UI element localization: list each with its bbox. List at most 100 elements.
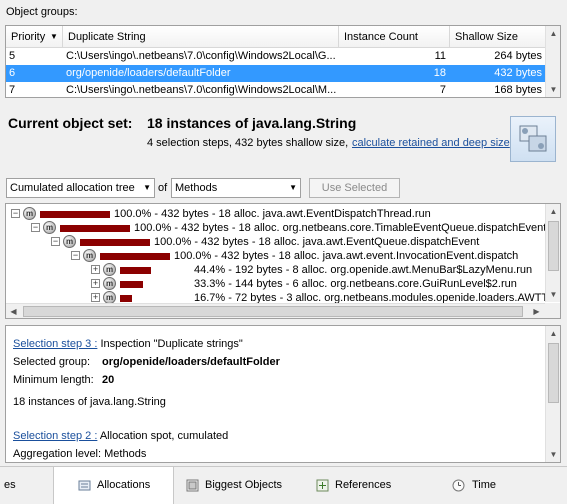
scroll-down-icon[interactable]: ▼	[546, 82, 561, 97]
tree-node[interactable]: + m 33.3% - 144 bytes - 6 alloc. org.netbe…	[6, 277, 546, 291]
view-mode-value: Cumulated allocation tree	[10, 182, 135, 194]
allocation-tree[interactable]: − m 100.0% - 432 bytes - 18 alloc. java.aw…	[5, 203, 561, 319]
table-row-selected[interactable]: 6 org/openide/loaders/defaultFolder 18 4…	[6, 65, 546, 82]
allocation-bar	[120, 267, 151, 274]
aggregation-level-value: Methods	[104, 448, 147, 460]
allocation-bar	[120, 281, 143, 288]
sort-descending-icon: ▼	[50, 32, 58, 41]
allocation-bar	[60, 225, 130, 232]
view-mode-select[interactable]: Cumulated allocation tree ▼	[6, 178, 155, 198]
object-groups-table[interactable]: Priority ▼ Duplicate String Instance Cou…	[5, 25, 561, 98]
tree-node-label: 100.0% - 432 bytes - 18 alloc. java.awt.…	[154, 236, 480, 248]
scroll-down-icon[interactable]: ▼	[546, 287, 560, 302]
use-selected-button[interactable]: Use Selected	[309, 178, 400, 198]
calculate-retained-link[interactable]: calculate retained and deep size	[352, 137, 510, 149]
string-cell: org/openide/loaders/defaultFolder	[66, 67, 231, 79]
allocation-bar	[80, 239, 150, 246]
scroll-up-icon[interactable]: ▲	[546, 326, 560, 341]
tree-node-label: 100.0% - 432 bytes - 18 alloc. java.awt.…	[174, 250, 519, 262]
allocation-bar	[100, 253, 170, 260]
table-vertical-scrollbar[interactable]: ▲ ▼	[545, 26, 560, 97]
string-cell: C:\Users\ingo\.netbeans\7.0\config\Windo…	[66, 84, 337, 96]
object-groups-label: Object groups:	[6, 6, 78, 18]
view-tab-bar: es Allocations Biggest Objects Reference…	[0, 466, 567, 504]
scroll-thumb[interactable]	[548, 221, 559, 271]
table-row[interactable]: 7 C:\Users\ingo\.netbeans\7.0\config\Win…	[6, 82, 546, 99]
tree-horizontal-scrollbar[interactable]: ◀ ▶	[6, 303, 546, 318]
column-header-label: Instance Count	[344, 31, 418, 43]
count-cell: 11	[434, 50, 446, 62]
scroll-up-icon[interactable]: ▲	[546, 204, 560, 219]
tab-allocations-label: Allocations	[97, 479, 151, 491]
tree-node-label: 100.0% - 432 bytes - 18 alloc. java.awt.…	[114, 208, 431, 220]
scroll-thumb[interactable]	[23, 306, 523, 317]
details-vertical-scrollbar[interactable]: ▲ ▼	[545, 326, 560, 462]
column-header-instance-count[interactable]: Instance Count	[339, 26, 450, 48]
expand-icon[interactable]: +	[91, 293, 100, 302]
priority-cell: 6	[9, 67, 16, 79]
biggest-objects-icon	[186, 479, 199, 492]
aggregation-select[interactable]: Methods ▼	[171, 178, 301, 198]
scroll-corner	[545, 303, 560, 318]
scroll-thumb[interactable]	[548, 343, 559, 403]
allocations-icon	[78, 480, 91, 491]
clock-icon	[452, 479, 465, 492]
tree-node[interactable]: − m 100.0% - 432 bytes - 18 alloc. org.net…	[6, 221, 546, 235]
allocation-bar	[40, 211, 110, 218]
collapse-icon[interactable]: −	[11, 209, 20, 218]
table-header: Priority ▼ Duplicate String Instance Cou…	[6, 26, 546, 48]
references-icon	[316, 479, 329, 492]
scroll-left-icon[interactable]: ◀	[6, 304, 21, 318]
tree-node[interactable]: + m 44.4% - 192 bytes - 8 alloc. org.openi…	[6, 263, 546, 277]
column-header-shallow-size[interactable]: Shallow Size	[450, 26, 546, 48]
tree-node[interactable]: − m 100.0% - 432 bytes - 18 alloc. java.aw…	[6, 235, 546, 249]
aggregation-level-label: Aggregation level:	[13, 448, 102, 460]
collapse-icon[interactable]: −	[31, 223, 40, 232]
scroll-right-icon[interactable]: ▶	[529, 304, 544, 318]
allocation-bar	[120, 295, 132, 302]
selection-info: 4 selection steps, 432 bytes shallow siz…	[147, 137, 349, 149]
tab-biggest-objects-label: Biggest Objects	[205, 479, 283, 491]
of-label: of	[158, 182, 168, 194]
tree-node[interactable]: − m 100.0% - 432 bytes - 18 alloc. java.aw…	[6, 207, 546, 221]
instances-text: 18 instances of java.lang.String	[13, 396, 166, 408]
tree-node-label: 100.0% - 432 bytes - 18 alloc. org.netbe…	[134, 222, 547, 234]
expand-icon[interactable]: +	[91, 279, 100, 288]
selection-step-3-text: Inspection "Duplicate strings"	[100, 338, 243, 350]
scroll-down-icon[interactable]: ▼	[546, 447, 560, 462]
minimum-length-label: Minimum length:	[13, 374, 94, 386]
count-cell: 18	[433, 67, 446, 79]
method-icon: m	[43, 221, 56, 234]
column-header-duplicate-string[interactable]: Duplicate String	[63, 26, 339, 48]
scroll-up-icon[interactable]: ▲	[546, 26, 561, 41]
minimum-length-value: 20	[102, 374, 115, 386]
selection-step-2-link[interactable]: Selection step 2 :	[13, 430, 97, 442]
method-icon: m	[103, 263, 116, 276]
expand-icon[interactable]: +	[91, 265, 100, 274]
collapse-icon[interactable]: −	[71, 251, 80, 260]
size-cell: 168 bytes	[494, 84, 542, 96]
object-set-graph-icon[interactable]	[510, 116, 556, 162]
column-header-label: Priority	[11, 31, 46, 43]
count-cell: 7	[439, 84, 446, 96]
tree-node-label: 33.3% - 144 bytes - 6 alloc. org.netbean…	[194, 278, 517, 290]
size-cell: 432 bytes	[494, 67, 542, 79]
tree-node-label: 44.4% - 192 bytes - 8 alloc. org.openide…	[194, 264, 533, 276]
column-header-priority[interactable]: Priority ▼	[6, 26, 63, 48]
collapse-icon[interactable]: −	[51, 237, 60, 246]
selection-step-2-text: Allocation spot, cumulated	[99, 430, 229, 442]
column-header-label: Duplicate String	[68, 31, 146, 43]
string-cell: C:\Users\ingo\.netbeans\7.0\config\Windo…	[66, 50, 336, 62]
selected-group-value: org/openide/loaders/defaultFolder	[102, 356, 280, 368]
tree-node[interactable]: − m 100.0% - 432 bytes - 18 alloc. java.aw…	[6, 249, 546, 263]
table-row[interactable]: 5 C:\Users\ingo\.netbeans\7.0\config\Win…	[6, 48, 546, 65]
selection-step-3-link[interactable]: Selection step 3 :	[13, 338, 97, 350]
tab-previous-partial[interactable]: es	[4, 467, 16, 504]
tab-references-label: References	[335, 479, 392, 491]
tree-vertical-scrollbar[interactable]: ▲ ▼	[545, 204, 560, 302]
aggregation-value: Methods	[175, 182, 218, 194]
method-icon: m	[83, 249, 96, 262]
priority-cell: 5	[9, 50, 16, 62]
column-header-label: Shallow Size	[455, 31, 518, 43]
tab-allocations[interactable]: Allocations	[53, 467, 174, 504]
